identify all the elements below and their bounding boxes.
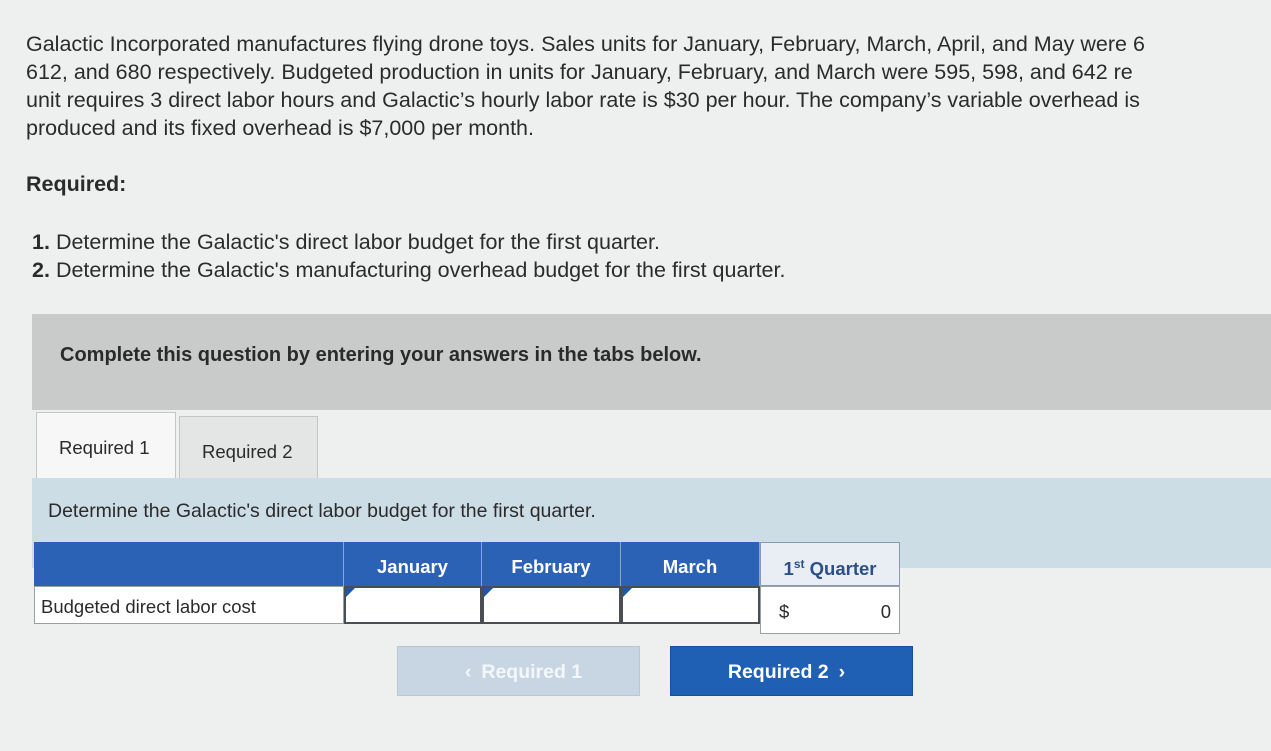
required-heading: Required: [26, 172, 127, 196]
first-quarter-total-cell: $ 0 [760, 586, 900, 634]
march-input[interactable] [621, 586, 760, 624]
next-button-label: Required 2 [727, 661, 829, 683]
header-blank-cell [34, 542, 344, 586]
banner-text: Complete this question by entering your … [60, 344, 702, 366]
row-label-budgeted-direct-labor-cost: Budgeted direct labor cost [34, 586, 344, 624]
required-list: 1. Determine the Galactic's direct labor … [32, 228, 785, 284]
list-item-number: 2. [32, 258, 50, 282]
instructions-banner: Complete this question by entering your … [32, 314, 1271, 410]
quarter-number: 1 [783, 558, 794, 580]
column-header-january: January [344, 542, 482, 586]
list-item: 1. Determine the Galactic's direct labor … [32, 228, 785, 256]
previous-button-label: Required 1 [481, 661, 583, 683]
instruction-text: Determine the Galactic's direct labor bu… [48, 500, 596, 522]
list-item: 2. Determine the Galactic's manufacturing… [32, 256, 785, 284]
chevron-left-icon: ‹ [464, 661, 472, 683]
column-header-first-quarter: 1st Quarter [760, 542, 900, 586]
first-quarter-total-value: 0 [880, 601, 891, 622]
list-item-text: Determine the Galactic's direct labor bu… [55, 230, 660, 254]
problem-line: Galactic Incorporated manufactures flyin… [26, 32, 1145, 56]
january-input[interactable] [344, 586, 482, 624]
list-item-text: Determine the Galactic's manufacturing o… [55, 258, 786, 282]
problem-statement: Galactic Incorporated manufactures flyin… [26, 30, 1271, 142]
problem-line: produced and its fixed overhead is $7,00… [26, 116, 534, 140]
february-input[interactable] [482, 586, 621, 624]
tab-required-2[interactable]: Required 2 [179, 416, 318, 486]
currency-symbol: $ [779, 601, 790, 622]
problem-line: unit requires 3 direct labor hours and G… [26, 88, 1140, 112]
problem-line: 612, and 680 respectively. Budgeted prod… [26, 60, 1133, 84]
column-header-march: March [621, 542, 760, 586]
tab-required-1[interactable]: Required 1 [36, 412, 176, 486]
column-header-february: February [482, 542, 621, 586]
chevron-right-icon: › [838, 661, 846, 683]
direct-labor-budget-table: January February March 1st Quarter Budge… [34, 542, 900, 634]
previous-required-button[interactable]: ‹ Required 1 [397, 646, 640, 696]
quarter-suffix: Quarter [804, 558, 877, 580]
next-required-button[interactable]: Required 2 › [670, 646, 913, 696]
quarter-ordinal: st [793, 557, 805, 571]
list-item-number: 1. [32, 230, 50, 254]
